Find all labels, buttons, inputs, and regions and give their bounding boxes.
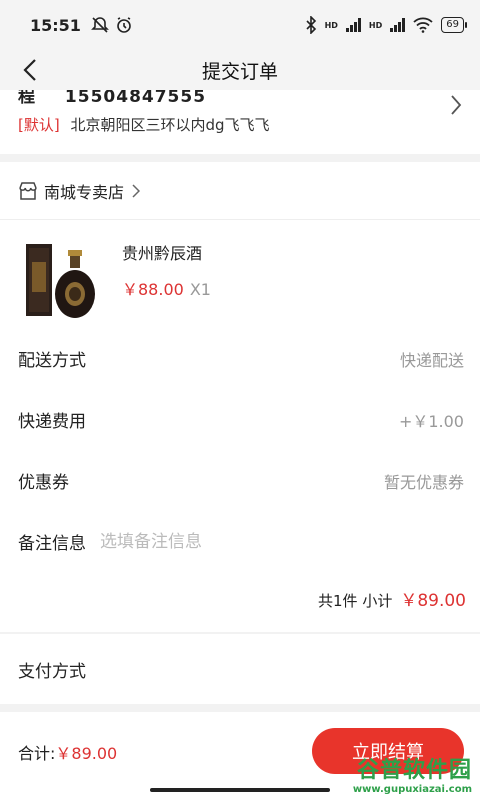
product-quantity: X1 [189, 280, 211, 299]
address-detail: 北京朝阳区三环以内dg飞飞飞 [70, 116, 270, 134]
battery-indicator: 69 [441, 17, 467, 33]
remark-label: 备注信息 [18, 534, 86, 554]
bottom-bar: 合计:￥89.00 立即结算 谷普软件园 www.gupuxiazai.com [0, 712, 480, 800]
back-button[interactable] [14, 54, 46, 86]
subtotal-label: 共1件 小计 [318, 592, 393, 610]
chevron-right-icon [451, 95, 462, 115]
address-name: 程 [18, 90, 36, 107]
shipping-fee-row: 快递费用 +￥1.00 [0, 389, 480, 450]
shipping-fee-value: +￥1.00 [398, 411, 464, 431]
subtotal-amount: ￥89.00 [400, 591, 466, 611]
hd-badge-2: HD [368, 20, 383, 30]
home-indicator[interactable] [150, 788, 330, 792]
delivery-method-row[interactable]: 配送方式 快递配送 [0, 328, 480, 389]
signal-icon-1 [345, 18, 361, 32]
coupon-label: 优惠券 [18, 473, 69, 493]
payment-method-label: 支付方式 [18, 661, 86, 682]
chevron-right-icon [132, 183, 141, 198]
coupon-value: 暂无优惠券 [383, 472, 464, 492]
status-bar: 15:51 HD HD 69 [0, 0, 480, 50]
product-image [26, 244, 95, 318]
status-time: 15:51 [30, 15, 81, 35]
remark-input[interactable] [100, 531, 464, 552]
alarm-icon [117, 17, 131, 33]
product-item[interactable]: 贵州黔辰酒 ￥88.00 X1 [0, 220, 480, 328]
watermark: 谷普软件园 www.gupuxiazai.com [353, 752, 472, 795]
nav-bar: 提交订单 [0, 50, 480, 90]
delivery-method-label: 配送方式 [18, 351, 86, 371]
store-name: 南城专卖店 [44, 182, 125, 202]
store-icon [19, 181, 37, 200]
payment-method-row[interactable]: 支付方式 [0, 634, 480, 704]
mute-icon [91, 17, 109, 33]
subtotal-row: 共1件 小计 ￥89.00 [318, 586, 466, 611]
coupon-row[interactable]: 优惠券 暂无优惠券 [0, 450, 480, 511]
wifi-icon [413, 17, 433, 33]
total-label: 合计: [18, 744, 56, 763]
watermark-title: 谷普软件园 [356, 758, 472, 783]
product-price: ￥88.00 [122, 280, 184, 299]
default-address-badge: [默认] [18, 116, 60, 134]
signal-icon-2 [390, 18, 406, 32]
chevron-left-icon [23, 59, 36, 81]
store-header[interactable]: 南城专卖店 [0, 162, 480, 220]
delivery-method-value: 快递配送 [399, 350, 464, 370]
watermark-url: www.gupuxiazai.com [352, 784, 472, 795]
address-phone: 15504847555 [64, 90, 207, 107]
page-title: 提交订单 [201, 60, 278, 83]
hd-badge-1: HD [324, 20, 338, 30]
product-name: 贵州黔辰酒 [122, 244, 203, 263]
total-amount: ￥89.00 [55, 744, 118, 763]
shipping-fee-label: 快递费用 [18, 412, 86, 432]
address-card[interactable]: 程 15504847555 [默认] 北京朝阳区三环以内dg飞飞飞 [0, 90, 480, 154]
bluetooth-icon [306, 16, 316, 34]
remark-row: 备注信息 [0, 511, 480, 572]
order-card: 南城专卖店 贵州黔辰酒 ￥88.00 X1 配送方式 快递配送 快递费用 +￥1.… [0, 162, 480, 632]
